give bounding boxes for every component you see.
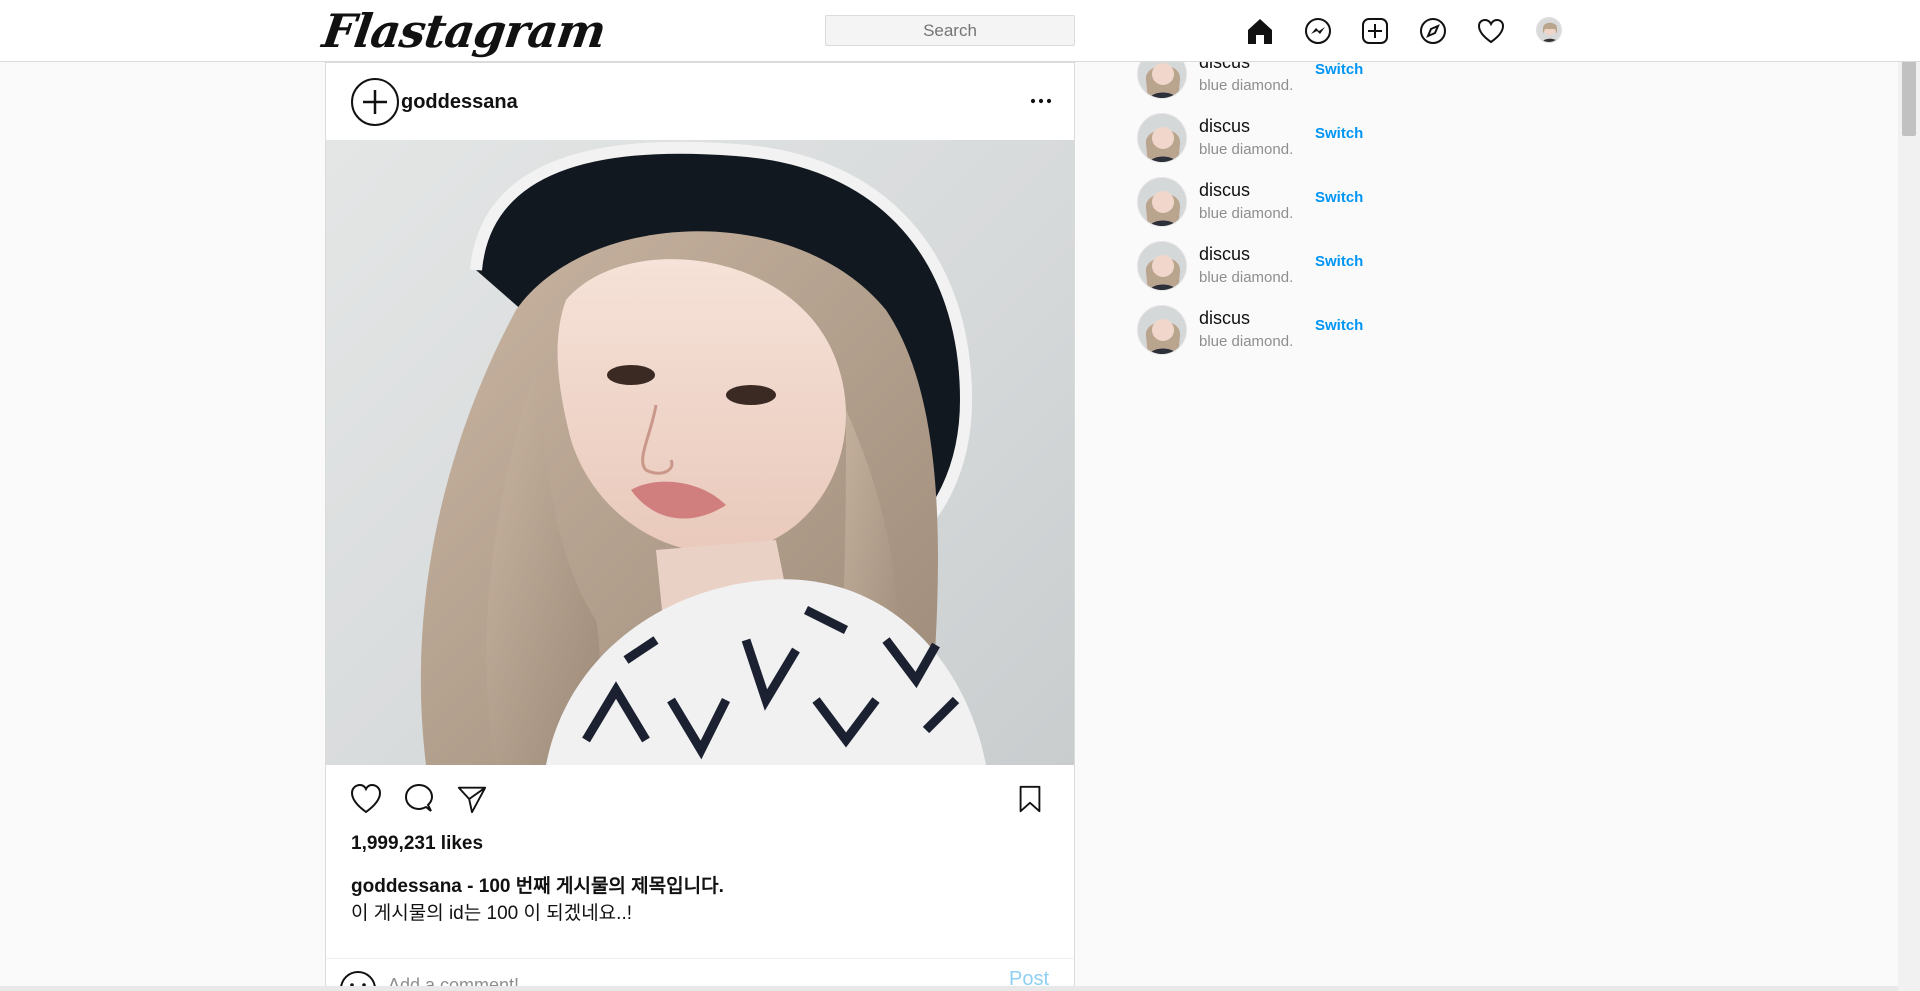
- share-send-icon[interactable]: [452, 779, 492, 819]
- suggestion-subtitle: blue diamond.: [1199, 77, 1294, 94]
- likes-count[interactable]: 1,999,231 likes: [351, 833, 483, 855]
- suggestion-name[interactable]: discus: [1199, 244, 1250, 265]
- suggestion-name[interactable]: discus: [1199, 308, 1250, 329]
- post-actions: [326, 775, 1074, 825]
- suggestion-avatar[interactable]: [1137, 305, 1187, 355]
- suggestion-name[interactable]: discus: [1199, 116, 1250, 137]
- switch-button[interactable]: Switch: [1315, 253, 1363, 270]
- more-options-icon[interactable]: [1026, 89, 1056, 113]
- search-input[interactable]: [825, 15, 1075, 46]
- caption-body: 이 게시물의 id는 100 이 되겠네요..!: [351, 903, 632, 924]
- suggestion-item: discus blue diamond. Switch: [1137, 111, 1397, 171]
- horizontal-edge: [0, 986, 1898, 991]
- post-caption: goddessana - 100 번째 게시물의 제목입니다. 이 게시물의 i…: [351, 873, 1051, 927]
- switch-button[interactable]: Switch: [1315, 189, 1363, 206]
- messenger-icon[interactable]: [1303, 16, 1333, 46]
- post-username[interactable]: goddessana: [401, 91, 518, 114]
- post-header: goddessana: [326, 63, 1074, 139]
- home-icon[interactable]: [1245, 16, 1275, 46]
- comment-bubble-icon[interactable]: [399, 779, 439, 819]
- top-navbar: Flastagram: [0, 0, 1920, 62]
- profile-avatar[interactable]: [1536, 17, 1562, 43]
- post-card: goddessana 1,999,231 likes goddessana - …: [325, 62, 1075, 991]
- suggestion-item: discus blue diamond. Switch: [1137, 239, 1397, 299]
- bookmark-icon[interactable]: [1010, 779, 1050, 819]
- suggestion-avatar[interactable]: [1137, 113, 1187, 163]
- like-heart-icon[interactable]: [346, 779, 386, 819]
- suggestion-avatar[interactable]: [1137, 241, 1187, 291]
- explore-icon[interactable]: [1418, 16, 1448, 46]
- post-photo[interactable]: [326, 140, 1074, 765]
- switch-button[interactable]: Switch: [1315, 317, 1363, 334]
- suggestion-subtitle: blue diamond.: [1199, 205, 1294, 222]
- suggestion-subtitle: blue diamond.: [1199, 333, 1294, 350]
- switch-button[interactable]: Switch: [1315, 125, 1363, 142]
- suggestion-avatar[interactable]: [1137, 177, 1187, 227]
- suggestion-name[interactable]: discus: [1199, 180, 1250, 201]
- post-avatar-plus-icon[interactable]: [351, 78, 399, 126]
- suggestion-item: discus blue diamond. Switch: [1137, 175, 1397, 235]
- new-post-icon[interactable]: [1360, 16, 1390, 46]
- suggestion-subtitle: blue diamond.: [1199, 141, 1294, 158]
- switch-button[interactable]: Switch: [1315, 61, 1363, 78]
- caption-title: - 100 번째 게시물의 제목입니다.: [467, 876, 724, 897]
- suggestion-subtitle: blue diamond.: [1199, 269, 1294, 286]
- app-logo[interactable]: Flastagram: [319, 4, 608, 58]
- caption-username[interactable]: goddessana: [351, 876, 462, 897]
- activity-heart-icon[interactable]: [1476, 16, 1506, 46]
- suggestion-item: discus blue diamond. Switch: [1137, 303, 1397, 363]
- page-scrollbar[interactable]: [1898, 0, 1920, 991]
